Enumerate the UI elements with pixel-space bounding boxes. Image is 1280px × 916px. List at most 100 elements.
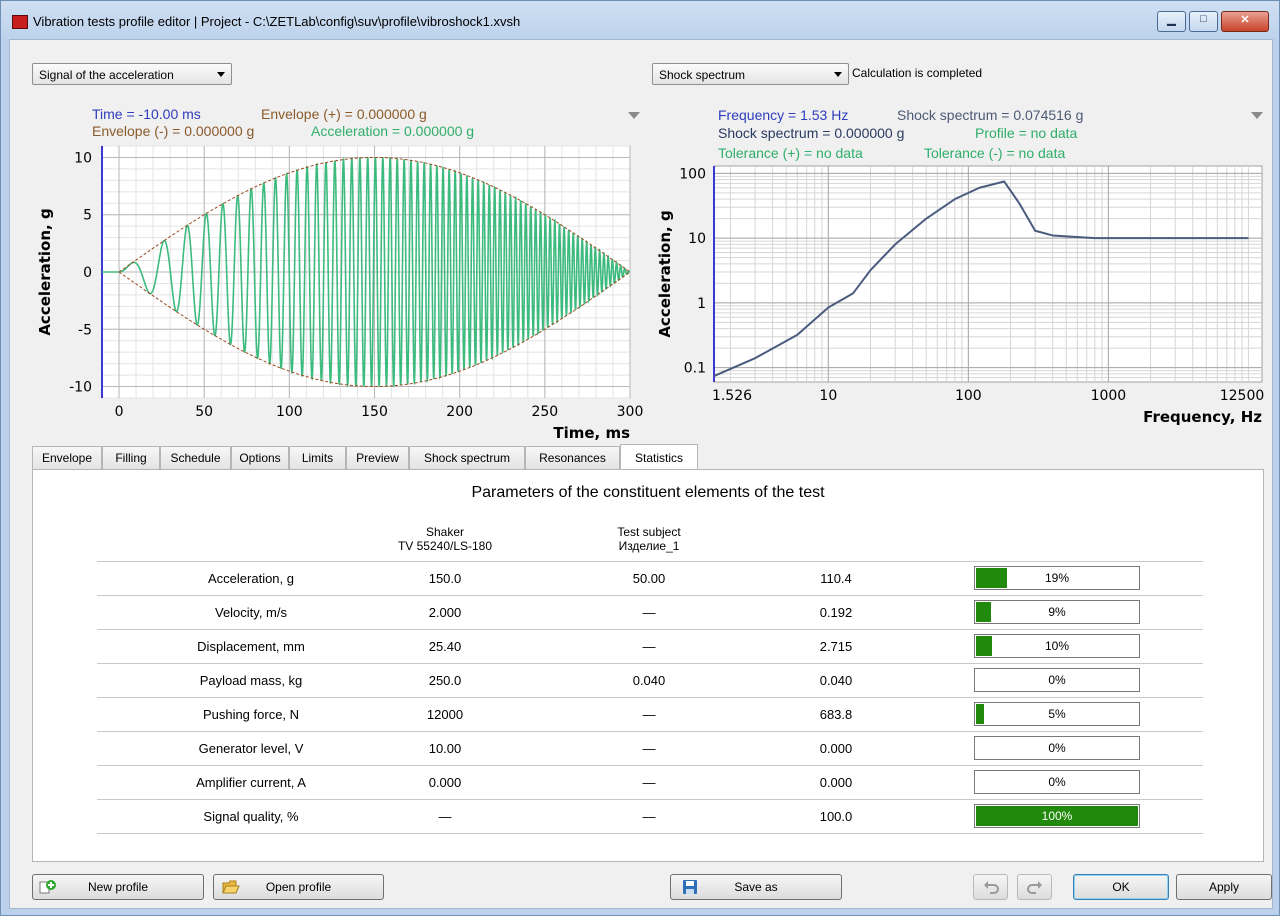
stat-shaker-cell: 25.40 [428,639,462,654]
x-axis-label: Frequency, Hz [1143,408,1262,426]
stat-value-cell: 110.4 [820,571,852,586]
stat-param-cell: Generator level, V [198,741,304,756]
x-tick-label: 300 [617,404,644,420]
tab-envelope[interactable]: Envelope [32,446,102,469]
chevron-down-icon [217,72,225,77]
x-tick-label: 100 [276,404,303,420]
y-tick-label: 10 [688,231,706,247]
stat-shaker-cell: 10.00 [428,741,462,756]
signal-selector-value: Signal of the acceleration [39,68,174,82]
close-icon: ✕ [1240,14,1250,26]
x-axis-label: Time, ms [553,424,630,442]
ok-button[interactable]: OK [1073,874,1169,900]
stat-param-cell: Pushing force, N [202,707,300,722]
tab-filling[interactable]: Filling [102,446,160,469]
tab-resonances[interactable]: Resonances [525,446,620,469]
close-button[interactable]: ✕ [1221,11,1269,32]
tab-shock-spectrum[interactable]: Shock spectrum [409,446,525,469]
stat-param-cell: Acceleration, g [208,571,294,586]
calculation-status: Calculation is completed [852,66,983,80]
row-divider [97,595,1203,596]
spectrum-selector-value: Shock spectrum [659,68,746,82]
shaker-model-label: TV 55240/LS-180 [397,539,493,553]
save-as-button[interactable]: Save as [670,874,842,900]
stat-value-cell: 100.0 [819,809,853,824]
window-title: Vibration tests profile editor | Project… [33,14,521,29]
shock-spectrum-readout-2: Shock spectrum = 0.000000 g [718,125,905,141]
subject-header-label: Test subject [617,525,681,539]
stat-param-cell: Velocity, m/s [214,605,287,620]
usage-progress-bar: 19% [974,566,1140,590]
readout-dropdown-icon[interactable] [1251,112,1263,119]
x-tick-label: 1.526 [712,388,752,404]
usage-progress-bar: 5% [974,702,1140,726]
envelope-neg-readout: Envelope (-) = 0.000000 g [92,123,255,139]
row-divider [97,697,1203,698]
stat-shaker-cell: 250.0 [428,673,462,688]
tab-options[interactable]: Options [231,446,289,469]
shaker-column-header: Shaker TV 55240/LS-180 [375,525,515,553]
open-profile-label: Open profile [265,880,332,894]
stat-value-cell: 683.8 [819,707,853,722]
maximize-button[interactable]: □ [1189,11,1218,32]
y-axis-label: Acceleration, g [656,210,674,337]
stat-param-cell: Amplifier current, A [196,775,306,790]
tab-preview[interactable]: Preview [346,446,409,469]
y-tick-label: 1 [697,296,706,312]
shaker-header-label: Shaker [425,525,465,539]
stat-shaker-cell: 2.000 [428,605,462,620]
redo-button[interactable] [1017,874,1052,900]
usage-progress-bar: 0% [974,736,1140,760]
open-profile-button[interactable]: Open profile [213,874,384,900]
usage-progress-bar: 100% [974,804,1140,828]
spectrum-selector[interactable]: Shock spectrum [652,63,849,85]
shock-spectrum-chart[interactable]: 1.526 10 100 1000 12500 100 10 1 0.1 Frequency, H… [652,158,1272,446]
row-divider [97,663,1203,664]
shock-spectrum-readout: Shock spectrum = 0.074516 g [897,107,1084,123]
redo-icon [1027,881,1042,894]
row-divider [97,561,1203,562]
progress-percent: 5% [1048,707,1066,721]
x-tick-label: 1000 [1091,388,1127,404]
apply-button[interactable]: Apply [1176,874,1272,900]
plot-area [713,165,1263,383]
undo-icon [984,881,999,894]
stat-value-cell: 0.000 [819,741,853,756]
y-tick-label: 0 [83,265,92,281]
y-tick-label: 100 [679,166,706,182]
x-tick-label: 12500 [1220,388,1265,404]
signal-selector[interactable]: Signal of the acceleration [32,63,232,85]
row-divider [97,799,1203,800]
stat-param-cell: Signal quality, % [203,809,299,824]
tab-limits[interactable]: Limits [289,446,346,469]
stat-value-cell: 0.040 [819,673,853,688]
x-tick-label: 200 [446,404,473,420]
stat-subject-cell: — [642,809,656,824]
title-bar[interactable]: Vibration tests profile editor | Project… [1,1,1279,39]
tab-schedule[interactable]: Schedule [160,446,231,469]
stat-subject-cell: 50.00 [632,571,666,586]
subject-column-header: Test subject Изделие_1 [579,525,719,553]
stat-subject-cell: — [642,639,656,654]
chevron-down-icon [834,72,842,77]
stat-subject-cell: — [642,741,656,756]
progress-percent: 0% [1048,673,1066,687]
new-profile-button[interactable]: New profile [32,874,204,900]
readout-dropdown-icon[interactable] [628,112,640,119]
x-tick-label: 100 [955,388,982,404]
maximize-icon: □ [1200,13,1207,25]
tab-statistics[interactable]: Statistics [620,444,698,469]
stat-subject-cell: 0.040 [632,673,666,688]
progress-percent: 19% [1044,571,1070,585]
time-signal-chart[interactable]: 0 50 100 150 200 250 3001050-5-10Time, msAccel… [30,140,650,445]
stat-param-cell: Displacement, mm [197,639,305,654]
stat-shaker-cell: — [438,809,452,824]
frequency-readout: Frequency = 1.53 Hz [718,107,849,123]
new-profile-label: New profile [87,880,149,894]
stat-shaker-cell: 0.000 [428,775,462,790]
y-tick-label: -10 [69,380,92,396]
usage-progress-bar: 0% [974,668,1140,692]
undo-button[interactable] [973,874,1008,900]
x-tick-label: 50 [195,404,213,420]
minimize-button[interactable]: ▁ [1157,11,1186,32]
